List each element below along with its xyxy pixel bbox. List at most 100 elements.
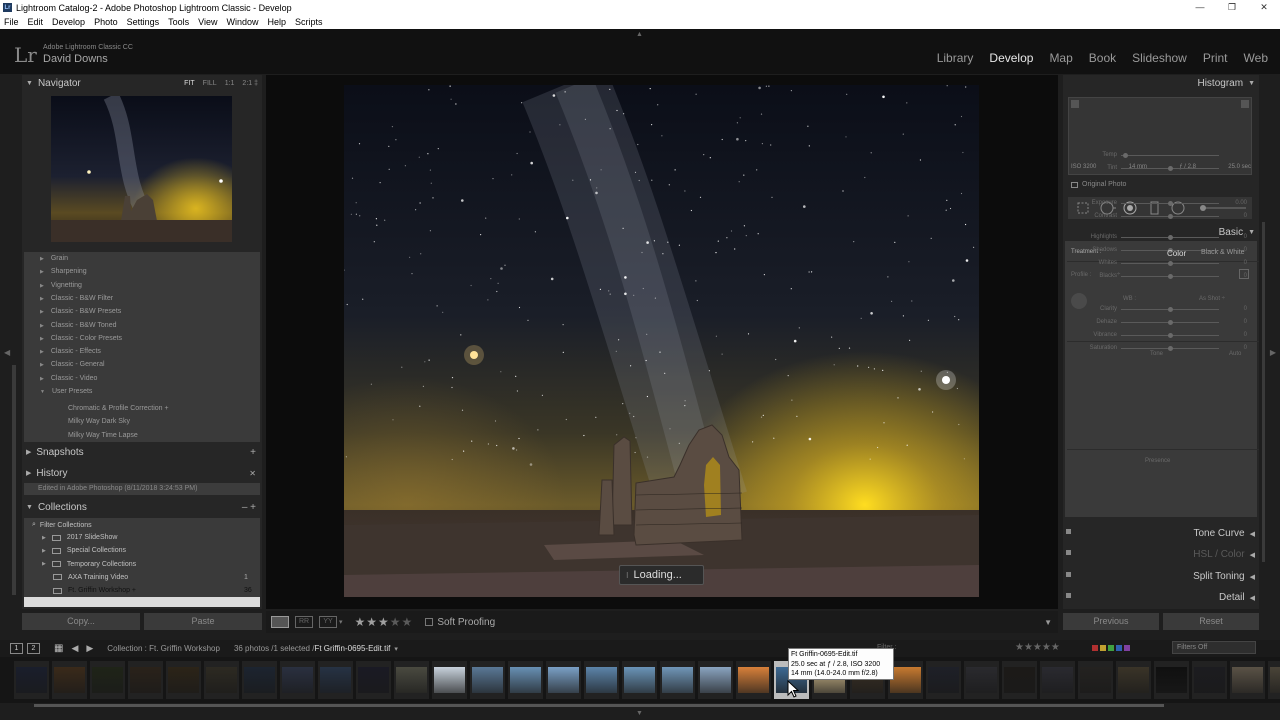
filmstrip-thumbnail[interactable]: [318, 661, 353, 699]
adjustment-slider[interactable]: [1121, 166, 1219, 171]
tone-curve-header[interactable]: Tone Curve ◀: [1063, 524, 1259, 542]
slider-value[interactable]: 0: [1227, 332, 1247, 338]
panel-switch-icon[interactable]: [1066, 529, 1071, 534]
filmstrip-thumbnail[interactable]: [964, 661, 999, 699]
loupe-view-button[interactable]: [271, 616, 289, 628]
menu-view[interactable]: View: [198, 17, 217, 27]
slider-value[interactable]: 0: [1227, 306, 1247, 312]
slider-knob[interactable]: [1167, 307, 1173, 312]
menu-scripts[interactable]: Scripts: [295, 17, 323, 27]
before-after-tb-button[interactable]: YY: [319, 616, 337, 628]
collections-actions[interactable]: – +: [242, 502, 256, 513]
filmstrip-thumbnail[interactable]: [508, 661, 543, 699]
copy-button[interactable]: Copy...: [22, 613, 140, 630]
filmstrip-thumbnail[interactable]: [584, 661, 619, 699]
history-step[interactable]: Edited in Adobe Photoshop (8/11/2018 3:2…: [24, 483, 260, 495]
blue-label-filter[interactable]: [1116, 645, 1122, 651]
panel-switch-icon[interactable]: [1066, 593, 1071, 598]
preset-folder[interactable]: ▶ Sharpening: [40, 268, 87, 275]
adjustment-slider[interactable]: [1121, 274, 1219, 279]
main-photo[interactable]: [344, 85, 979, 597]
filmstrip-thumbnail[interactable]: [90, 661, 125, 699]
module-map[interactable]: Map: [1049, 51, 1072, 65]
panel-switch-icon[interactable]: [1066, 550, 1071, 555]
filmstrip-thumbnail[interactable]: [356, 661, 391, 699]
back-arrow-icon[interactable]: ◀: [71, 643, 78, 654]
menu-develop[interactable]: Develop: [52, 17, 85, 27]
soft-proofing-toggle[interactable]: Soft Proofing: [425, 617, 495, 628]
module-slideshow[interactable]: Slideshow: [1132, 51, 1187, 65]
menu-window[interactable]: Window: [227, 17, 259, 27]
slider-knob[interactable]: [1167, 261, 1173, 266]
filmstrip-thumbnail[interactable]: [1116, 661, 1151, 699]
slider-knob[interactable]: [1167, 346, 1173, 351]
filter-stars[interactable]: ★★★★★: [1015, 642, 1060, 653]
collection-item[interactable]: ▶ Temporary Collections: [42, 561, 136, 568]
left-panel-toggle-icon[interactable]: ◀: [4, 348, 10, 357]
detail-header[interactable]: Detail ◀: [1063, 588, 1259, 606]
preset-folder[interactable]: ▶ Classic - Video: [40, 375, 97, 382]
toolbar-menu-icon[interactable]: ▼: [1044, 618, 1052, 627]
main-window-button[interactable]: 1: [10, 643, 23, 654]
panel-switch-icon[interactable]: [1066, 572, 1071, 577]
expand-triangle-icon[interactable]: ▶: [42, 548, 46, 554]
menu-edit[interactable]: Edit: [28, 17, 44, 27]
slider-knob[interactable]: [1167, 201, 1173, 206]
user-preset[interactable]: Chromatic & Profile Correction +: [68, 405, 169, 412]
collection-item[interactable]: ▶ Special Collections: [42, 547, 126, 554]
user-preset[interactable]: Milky Way Time Lapse: [68, 432, 138, 439]
filmstrip-thumbnail[interactable]: [166, 661, 201, 699]
adjustment-slider[interactable]: [1121, 261, 1219, 266]
left-panel-scrollbar[interactable]: [12, 365, 16, 595]
second-window-button[interactable]: 2: [27, 643, 40, 654]
slider-value[interactable]: 0: [1227, 273, 1247, 279]
filmstrip-thumbnail[interactable]: [622, 661, 657, 699]
filmstrip-thumbnail[interactable]: [14, 661, 49, 699]
preset-folder[interactable]: ▶ Classic - B&W Toned: [40, 322, 116, 329]
slider-value[interactable]: 0: [1227, 213, 1247, 219]
slider-knob[interactable]: [1167, 320, 1173, 325]
add-snapshot-icon[interactable]: +: [250, 447, 256, 458]
red-label-filter[interactable]: [1092, 645, 1098, 651]
filmstrip-thumbnail[interactable]: [1002, 661, 1037, 699]
menu-photo[interactable]: Photo: [94, 17, 118, 27]
zoom-fill[interactable]: FILL: [203, 80, 217, 87]
original-photo-toggle[interactable]: Original Photo: [1071, 181, 1126, 188]
module-library[interactable]: Library: [937, 51, 974, 65]
filmstrip-thumbnail[interactable]: [204, 661, 239, 699]
auto-tone-button[interactable]: Auto: [1229, 351, 1241, 357]
filmstrip-thumbnail[interactable]: [1192, 661, 1227, 699]
reset-button[interactable]: Reset: [1163, 613, 1259, 630]
filmstrip-thumbnail[interactable]: [1268, 661, 1280, 699]
original-photo-checkbox[interactable]: [1071, 181, 1078, 188]
snapshots-header[interactable]: ▶ Snapshots +: [22, 444, 262, 460]
module-web[interactable]: Web: [1244, 51, 1268, 65]
adjustment-slider[interactable]: [1121, 320, 1219, 325]
filmstrip-thumbnail[interactable]: [128, 661, 163, 699]
adjustment-slider[interactable]: [1121, 214, 1219, 219]
preset-folder[interactable]: ▼ User Presets: [40, 388, 92, 395]
current-filename[interactable]: Ft Griffin-0695-Edit.tif: [314, 644, 390, 653]
slider-knob[interactable]: [1167, 333, 1173, 338]
slider-value[interactable]: 0: [1227, 319, 1247, 325]
filter-preset-dropdown[interactable]: Filters Off: [1172, 641, 1256, 654]
filmstrip-thumbnail[interactable]: [546, 661, 581, 699]
filmstrip-thumbnail[interactable]: [660, 661, 695, 699]
menu-tools[interactable]: Tools: [168, 17, 189, 27]
histogram[interactable]: ISO 3200 14 mm ƒ / 2.8 25.0 sec: [1068, 97, 1252, 175]
treatment-bw[interactable]: Black & White: [1201, 249, 1245, 256]
soft-proofing-checkbox[interactable]: [425, 618, 434, 626]
split-toning-header[interactable]: Split Toning ◀: [1063, 567, 1259, 585]
slider-value[interactable]: 0: [1227, 260, 1247, 266]
histogram-header[interactable]: Histogram ▼: [1197, 78, 1255, 89]
close-button[interactable]: ✕: [1248, 0, 1280, 15]
navigator-header[interactable]: ▼ Navigator FIT FILL 1:1 2:1 ‡: [22, 75, 262, 91]
filmstrip-thumbnail[interactable]: [432, 661, 467, 699]
collection-item[interactable]: ▶ 2017 SlideShow: [42, 534, 117, 541]
highlight-clipping-icon[interactable]: [1241, 100, 1249, 108]
filmstrip-source[interactable]: Collection : Ft. Griffin Workshop: [107, 644, 220, 653]
filter-collections[interactable]: ⌕ Filter Collections: [32, 521, 92, 529]
collections-header[interactable]: ▼ Collections – +: [22, 499, 262, 515]
maximize-button[interactable]: ❐: [1216, 0, 1248, 15]
slider-knob[interactable]: [1167, 235, 1173, 240]
